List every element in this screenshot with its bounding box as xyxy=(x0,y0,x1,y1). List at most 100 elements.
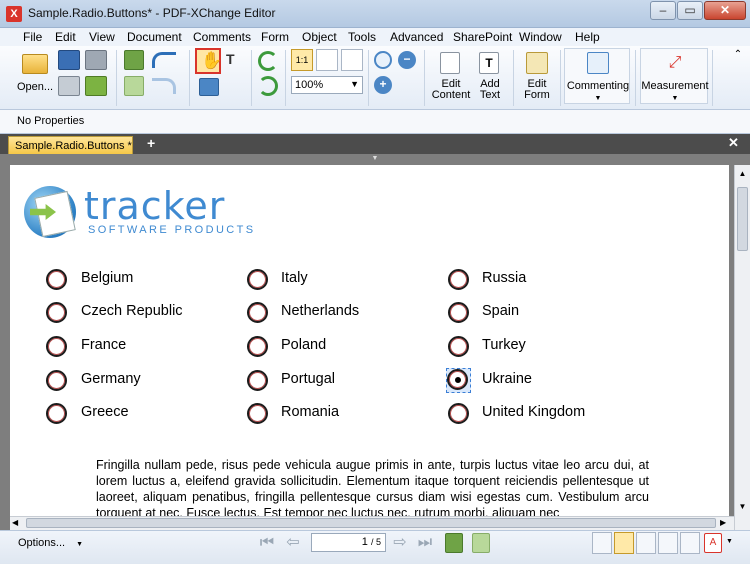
last-page-icon[interactable]: ⏭ xyxy=(416,533,434,553)
hand-icon: ✋ xyxy=(201,51,223,70)
radio-greece[interactable] xyxy=(46,403,67,424)
continuous-view-button[interactable] xyxy=(614,532,634,554)
menu-advanced[interactable]: Advanced xyxy=(390,30,443,44)
snapshot-icon[interactable] xyxy=(199,78,219,96)
fit-width-button[interactable] xyxy=(341,49,363,71)
select-text-button[interactable]: T xyxy=(222,48,246,74)
chevron-down-icon[interactable]: ▼ xyxy=(726,538,733,545)
radio-germany[interactable] xyxy=(46,370,67,391)
edit-form-button[interactable]: Edit Form xyxy=(517,48,555,104)
menu-comments[interactable]: Comments xyxy=(193,30,251,44)
actual-size-button[interactable]: 1:1 xyxy=(291,49,313,71)
radio-ukraine-focus[interactable] xyxy=(446,368,471,393)
collapse-ribbon-icon[interactable]: ⌃ xyxy=(730,48,746,62)
separator xyxy=(560,50,561,106)
radio-netherlands[interactable] xyxy=(247,302,268,323)
zoom-in-icon[interactable]: + xyxy=(374,76,392,94)
commenting-button[interactable]: Commenting ▼ xyxy=(564,48,630,104)
previous-view-icon[interactable] xyxy=(445,533,463,553)
radio-spain[interactable] xyxy=(448,302,469,323)
close-tab-icon[interactable]: ✕ xyxy=(728,135,739,151)
save-icon[interactable] xyxy=(58,50,80,70)
radio-label-netherlands: Netherlands xyxy=(281,303,360,319)
open-label: Open... xyxy=(17,81,54,93)
scroll-down-icon[interactable]: ▼ xyxy=(737,500,748,514)
rotate-counterclockwise-icon[interactable] xyxy=(258,76,278,96)
menu-sharepoint[interactable]: SharePoint xyxy=(453,30,512,44)
radio-poland[interactable] xyxy=(247,336,268,357)
horizontal-scrollbar[interactable]: ◀ ▶ xyxy=(10,516,734,530)
add-text-button[interactable]: T Add Text xyxy=(472,48,506,104)
radio-italy[interactable] xyxy=(247,269,268,290)
menu-view[interactable]: View xyxy=(89,30,115,44)
open-button[interactable]: Open... xyxy=(16,48,54,100)
chevron-down-icon: ▼ xyxy=(76,541,84,548)
radio-belgium[interactable] xyxy=(46,269,67,290)
options-button[interactable]: Options... ▼ xyxy=(18,537,83,549)
import-icon[interactable] xyxy=(124,50,144,70)
rotate-clockwise-icon[interactable] xyxy=(258,51,278,71)
radio-russia[interactable] xyxy=(448,269,469,290)
radio-france[interactable] xyxy=(46,336,67,357)
menu-file[interactable]: File xyxy=(23,30,42,44)
next-view-icon[interactable] xyxy=(472,533,490,553)
close-window-button[interactable]: ✕ xyxy=(704,1,746,20)
horizontal-scroll-thumb[interactable] xyxy=(26,518,716,528)
page-number-input[interactable]: 1 / 5 xyxy=(311,533,386,552)
split-view-button[interactable] xyxy=(680,532,700,554)
radio-turkey[interactable] xyxy=(448,336,469,357)
minimize-button[interactable]: – xyxy=(650,1,676,20)
fit-page-button[interactable] xyxy=(316,49,338,71)
radio-romania[interactable] xyxy=(247,403,268,424)
radio-czech-republic[interactable] xyxy=(46,302,67,323)
measurement-button[interactable]: ⤢ Measurement ▼ xyxy=(640,48,709,104)
scanner-icon[interactable] xyxy=(85,50,107,70)
export-icon[interactable] xyxy=(124,76,144,96)
radio-label-germany: Germany xyxy=(81,371,141,387)
pdf-icon[interactable]: A xyxy=(704,533,722,553)
menu-tools[interactable]: Tools xyxy=(348,30,376,44)
tab-sample-radio-buttons[interactable]: Sample.Radio.Buttons * xyxy=(8,136,133,154)
menu-document[interactable]: Document xyxy=(127,30,182,44)
undo-icon[interactable] xyxy=(152,52,176,68)
app-icon[interactable]: X xyxy=(6,6,22,22)
vertical-scrollbar[interactable]: ▲ ▼ xyxy=(734,165,750,530)
zoom-select[interactable]: 100% ▼ xyxy=(291,76,363,94)
scroll-left-icon[interactable]: ◀ xyxy=(12,517,24,529)
select-text-icon: T xyxy=(226,51,235,67)
facing-view-button[interactable] xyxy=(636,532,656,554)
new-tab-icon[interactable]: + xyxy=(147,135,155,151)
maximize-button[interactable]: ▭ xyxy=(677,1,703,20)
first-page-icon[interactable]: ⏮ xyxy=(258,533,276,553)
scroll-up-icon[interactable]: ▲ xyxy=(737,167,748,183)
tracker-logo-text: tracker xyxy=(84,184,226,228)
splitter-handle-icon[interactable]: ▼ xyxy=(370,155,380,163)
facing-continuous-view-button[interactable] xyxy=(658,532,678,554)
edit-form-label-2: Form xyxy=(524,89,550,101)
radio-united-kingdom[interactable] xyxy=(448,403,469,424)
single-page-view-button[interactable] xyxy=(592,532,612,554)
redo-icon[interactable] xyxy=(152,78,176,94)
body-paragraph: Fringilla nullam pede, risus pede vehicu… xyxy=(96,458,649,516)
vertical-scroll-thumb[interactable] xyxy=(737,187,748,251)
radio-ukraine[interactable] xyxy=(447,369,468,390)
menu-window[interactable]: Window xyxy=(519,30,562,44)
scroll-right-icon[interactable]: ▶ xyxy=(720,517,732,529)
zoom-out-icon[interactable]: − xyxy=(398,51,416,69)
separator xyxy=(368,50,369,106)
zoom-in-region-icon[interactable] xyxy=(374,51,392,69)
next-page-icon[interactable]: ⇨ xyxy=(391,533,409,553)
edit-content-label-2: Content xyxy=(431,89,471,101)
menu-object[interactable]: Object xyxy=(302,30,337,44)
radio-portugal[interactable] xyxy=(247,370,268,391)
previous-page-icon[interactable]: ⇦ xyxy=(284,533,302,553)
hand-tool-button[interactable]: ✋ xyxy=(195,48,223,74)
separator xyxy=(635,50,636,106)
menu-edit[interactable]: Edit xyxy=(55,30,76,44)
print-icon[interactable] xyxy=(58,76,80,96)
email-icon[interactable] xyxy=(85,76,107,96)
menu-form[interactable]: Form xyxy=(261,30,289,44)
radio-label-greece: Greece xyxy=(81,404,129,420)
menu-help[interactable]: Help xyxy=(575,30,600,44)
edit-content-button[interactable]: Edit Content xyxy=(429,48,471,104)
